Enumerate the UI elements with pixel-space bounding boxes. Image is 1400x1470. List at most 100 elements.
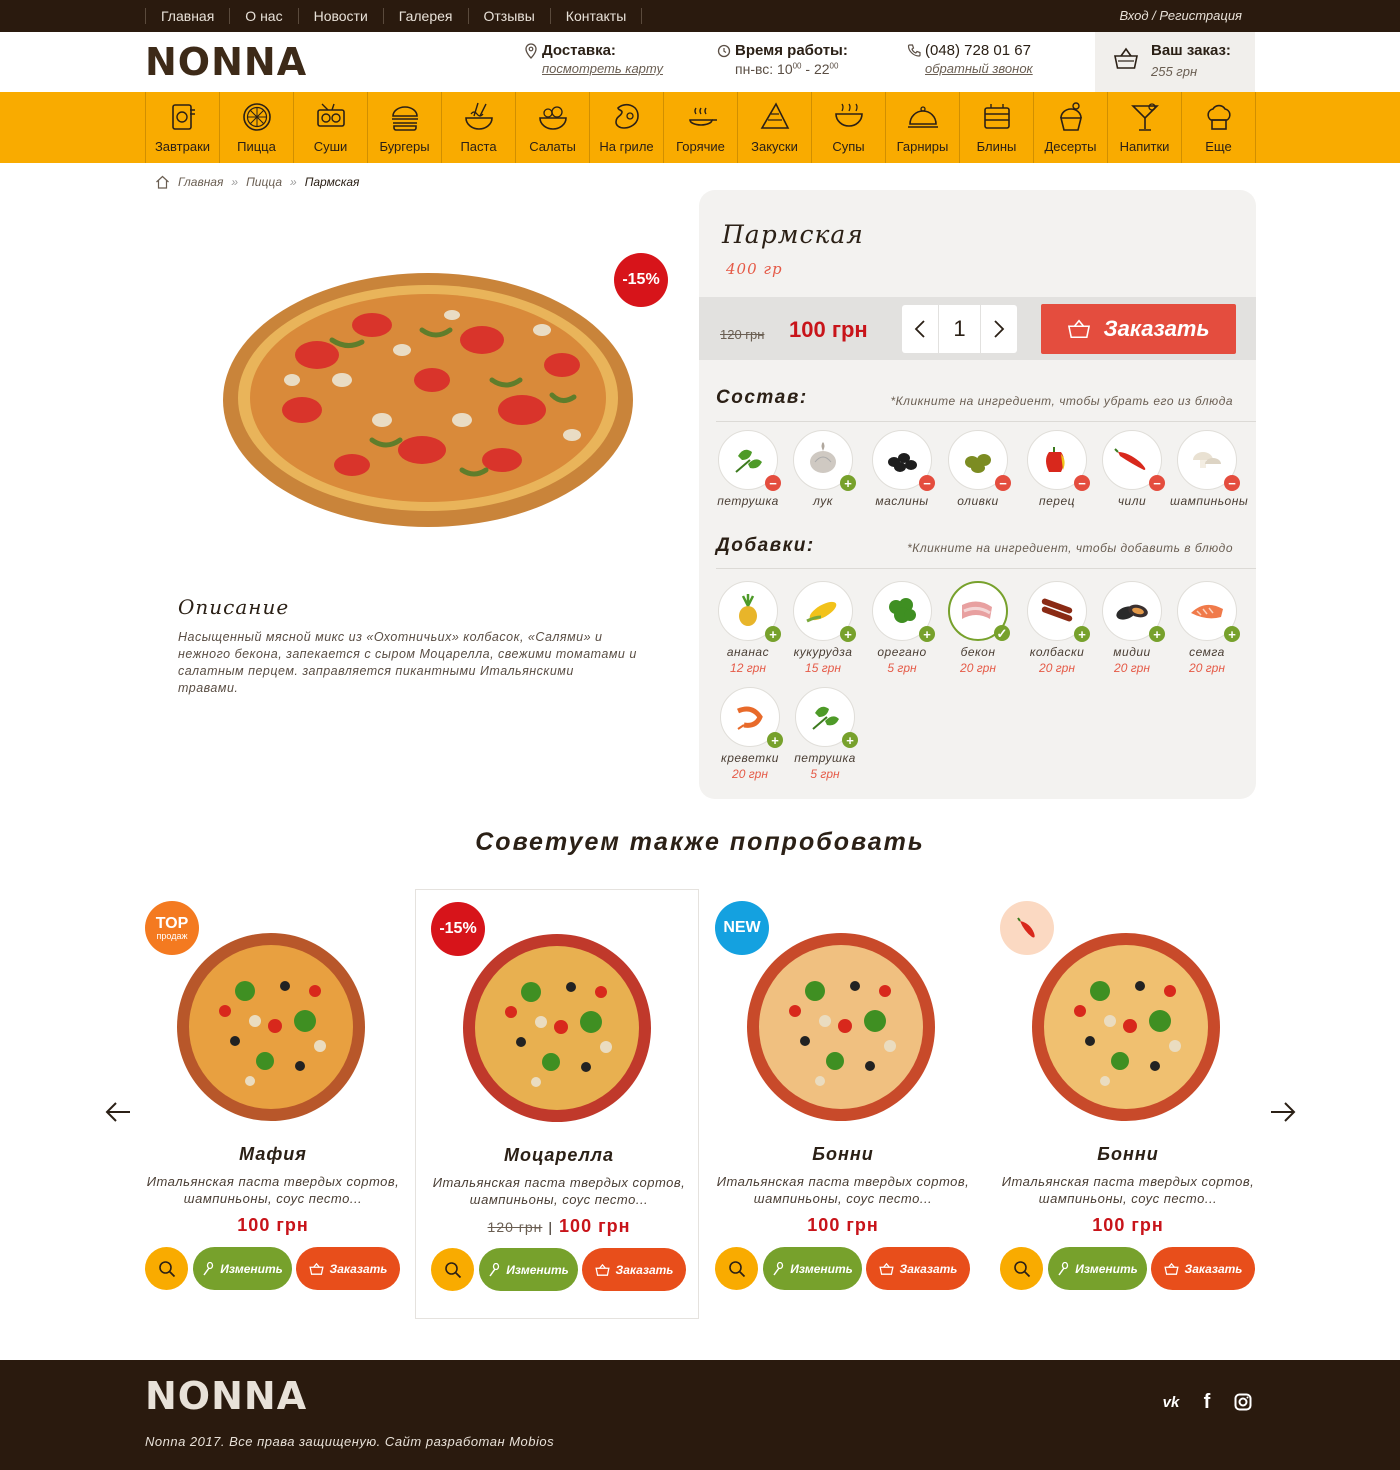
order-label: Заказать (329, 1261, 388, 1276)
category-soup[interactable]: Супы (812, 92, 886, 163)
order-button[interactable]: Заказать (296, 1247, 400, 1290)
product-card[interactable]: TOP продаж Мафия Итальянская паста твердых … (145, 889, 429, 1319)
category-sushi[interactable]: Суши (294, 92, 368, 163)
ingredient-item[interactable]: + орегано 5 грн (865, 581, 939, 675)
edit-button[interactable]: Изменить (763, 1247, 862, 1290)
product-card[interactable]: -15% Моцарелла Итальянская паста твердых с… (415, 889, 699, 1319)
product-price: 100 грн (1000, 1215, 1256, 1236)
ingredient-name: чили (1117, 494, 1147, 508)
ingredient-name: петрушка (717, 494, 779, 508)
ingredient-item[interactable]: + кукурудза 15 грн (786, 581, 860, 675)
order-button[interactable]: Заказать (1151, 1247, 1255, 1290)
nav-gallery[interactable]: Галерея (382, 8, 468, 24)
basket-icon (1163, 1262, 1179, 1275)
edit-button[interactable]: Изменить (1048, 1247, 1147, 1290)
arrow-left-icon[interactable] (104, 1100, 132, 1124)
ingredient-name: петрушка (794, 751, 856, 765)
callback-link[interactable]: обратный звонок (925, 61, 1033, 76)
ingredient-price: 20 грн (732, 767, 768, 781)
breadcrumb-pizza[interactable]: Пицца (246, 175, 282, 189)
category-label: Еще (1205, 139, 1232, 154)
vk-icon[interactable]: vk (1160, 1392, 1182, 1412)
instagram-icon[interactable] (1232, 1392, 1254, 1412)
discount-badge: -15% (614, 253, 668, 307)
ingredient-item[interactable]: + петрушка 5 грн (788, 687, 862, 781)
category-pasta[interactable]: Паста (442, 92, 516, 163)
ingredient-price: 5 грн (887, 661, 917, 675)
logo[interactable]: NONNA (145, 40, 307, 84)
category-salad[interactable]: Салаты (516, 92, 590, 163)
nav-about[interactable]: О нас (229, 8, 297, 24)
product-name: Мафия (239, 1144, 307, 1164)
category-grill[interactable]: На гриле (590, 92, 664, 163)
product-card[interactable]: NEW Бонни Итальянская паста твердых сортов… (715, 889, 999, 1319)
nav-reviews[interactable]: Отзывы (467, 8, 550, 24)
edit-button[interactable]: Изменить (479, 1248, 578, 1291)
product-price: 120 грн | 100 грн (431, 1216, 687, 1237)
category-pancake[interactable]: Блины (960, 92, 1034, 163)
facebook-icon[interactable]: f (1196, 1391, 1218, 1413)
ingredient-item[interactable]: − оливки (941, 430, 1015, 508)
breadcrumb-home[interactable]: Главная (178, 175, 223, 189)
increase-button[interactable] (981, 305, 1017, 353)
ingredient-item[interactable]: + лук (786, 430, 860, 508)
price-separator: | (548, 1219, 554, 1235)
nav-contacts[interactable]: Контакты (549, 8, 643, 24)
category-hot-dish[interactable]: Горячие (664, 92, 738, 163)
ingredient-item[interactable]: + колбаски 20 грн (1020, 581, 1094, 675)
category-pizza[interactable]: Пицца (220, 92, 294, 163)
ingredient-item[interactable]: + семга 20 грн (1170, 581, 1244, 675)
add-icon: + (1074, 626, 1090, 642)
phone-number[interactable]: (048) 728 01 67 (925, 42, 1033, 59)
basket-icon (1114, 47, 1138, 69)
order-button[interactable]: Заказать (1041, 304, 1236, 354)
cart-widget[interactable]: Ваш заказ: 255 грн (1095, 32, 1255, 92)
mussel-icon (1116, 604, 1148, 620)
login-register-link[interactable]: Вход / Регистрация (1120, 8, 1243, 23)
product-name: Бонни (1097, 1144, 1159, 1164)
ingredient-thumb: + (1027, 581, 1090, 642)
black-olives-icon (888, 453, 917, 472)
ingredient-item[interactable]: − маслины (865, 430, 939, 508)
home-icon[interactable] (155, 175, 170, 189)
shrimp-icon (737, 706, 763, 730)
category-breakfast[interactable]: Завтраки (146, 92, 220, 163)
ingredient-item[interactable]: + ананас 12 грн (711, 581, 785, 675)
zoom-button[interactable] (145, 1247, 188, 1290)
nav-news[interactable]: Новости (297, 8, 383, 24)
ingredient-item[interactable]: ✓ бекон 20 грн (941, 581, 1015, 675)
ingredient-item[interactable]: − чили (1095, 430, 1169, 508)
ingredient-item[interactable]: + мидии 20 грн (1095, 581, 1169, 675)
zoom-button[interactable] (715, 1247, 758, 1290)
category-cloche[interactable]: Гарниры (886, 92, 960, 163)
order-label: Заказать (899, 1261, 958, 1276)
nav-home[interactable]: Главная (145, 8, 229, 24)
zoom-button[interactable] (431, 1248, 474, 1291)
ingredient-item[interactable]: + креветки 20 грн (713, 687, 787, 781)
search-icon (1013, 1260, 1030, 1277)
ingredient-thumb: + (1102, 581, 1165, 642)
decrease-button[interactable] (902, 305, 938, 353)
category-chef-hat[interactable]: Еще (1182, 92, 1256, 163)
pizza-image (177, 933, 365, 1121)
zoom-button[interactable] (1000, 1247, 1043, 1290)
ingredient-item[interactable]: − петрушка (711, 430, 785, 508)
order-button[interactable]: Заказать (866, 1247, 970, 1290)
breadcrumb-current: Пармская (304, 175, 360, 189)
top-nav: Главная О нас Новости Галерея Отзывы Кон… (145, 0, 643, 32)
category-burger[interactable]: Бургеры (368, 92, 442, 163)
footer-logo[interactable]: NONNA (145, 1374, 307, 1418)
category-cocktail[interactable]: Напитки (1108, 92, 1182, 163)
ingredient-item[interactable]: − шампиньоны (1170, 430, 1248, 508)
order-button[interactable]: Заказать (582, 1248, 686, 1291)
edit-button[interactable]: Изменить (193, 1247, 292, 1290)
category-snack[interactable]: Закуски (738, 92, 812, 163)
ingredient-name: ананас (726, 645, 770, 659)
ingredient-item[interactable]: − перец (1020, 430, 1094, 508)
category-dessert[interactable]: Десерты (1034, 92, 1108, 163)
ingredient-price: 20 грн (1114, 661, 1150, 675)
product-card[interactable]: Бонни Итальянская паста твердых сортов, ш… (1000, 889, 1284, 1319)
quantity-value[interactable]: 1 (938, 305, 981, 353)
view-map-link[interactable]: посмотреть карту (542, 61, 663, 76)
product-weight: 400 гр (726, 260, 783, 278)
